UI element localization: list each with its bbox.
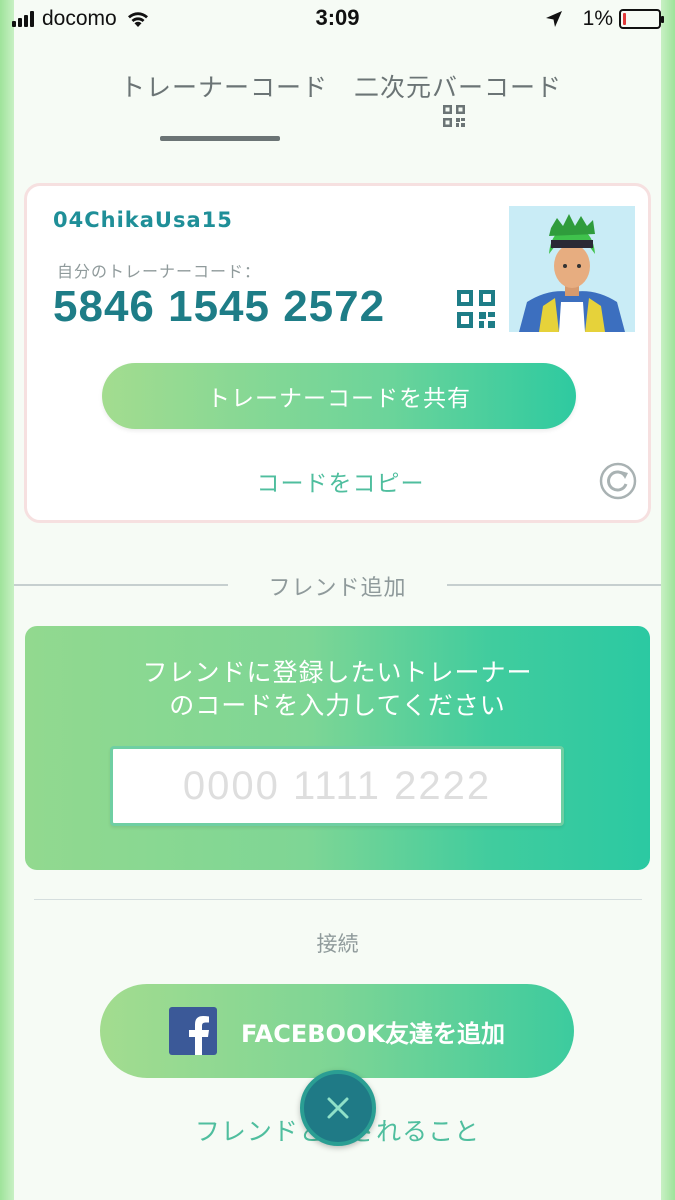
refresh-icon[interactable] xyxy=(599,462,637,500)
battery-icon xyxy=(619,9,664,29)
copy-code-button[interactable]: コードをコピー xyxy=(27,464,654,498)
status-right: 1% xyxy=(545,6,664,32)
divider-left xyxy=(14,584,228,586)
location-arrow-icon xyxy=(545,11,562,27)
tab-trainer-code[interactable]: トレーナーコード xyxy=(120,68,328,104)
friend-code-input[interactable] xyxy=(110,746,564,826)
close-icon xyxy=(327,1097,349,1119)
add-friend-instruction: フレンドに登録したいトレーナーのコードを入力してください xyxy=(25,656,650,722)
trainer-card: 04ChikaUsa15 自分のトレーナーコード： 5846 1545 2572… xyxy=(24,183,651,523)
trainer-username: 04ChikaUsa15 xyxy=(53,208,233,232)
facebook-button-label: FACEBOOK友達を追加 xyxy=(241,1019,505,1048)
battery-percent: 1% xyxy=(582,7,613,30)
divider xyxy=(34,899,642,900)
trainer-code-label: 自分のトレーナーコード： xyxy=(57,262,262,281)
add-friend-card: フレンドに登録したいトレーナーのコードを入力してください xyxy=(25,626,650,870)
section-title-connect: 接続 xyxy=(316,932,359,956)
share-trainer-code-button[interactable]: トレーナーコードを共有 xyxy=(102,363,576,429)
divider-right xyxy=(447,584,661,586)
add-friend-instruction-text: フレンドに登録したいトレーナーのコードを入力してください xyxy=(142,658,533,720)
active-tab-indicator xyxy=(160,136,280,141)
qr-code-icon[interactable] xyxy=(443,105,465,127)
section-title-add-friend: フレンド追加 xyxy=(268,576,407,601)
status-bar: docomo 3:09 1% xyxy=(0,0,675,38)
qr-code-icon[interactable] xyxy=(457,290,495,328)
trainer-avatar xyxy=(509,206,635,332)
trainer-code-value: 5846 1545 2572 xyxy=(53,282,386,331)
add-facebook-friends-button[interactable]: FACEBOOK友達を追加 xyxy=(100,984,574,1078)
tab-qr-code[interactable]: 二次元バーコード xyxy=(354,68,562,104)
facebook-icon xyxy=(169,1007,218,1055)
close-button[interactable] xyxy=(300,1070,376,1146)
